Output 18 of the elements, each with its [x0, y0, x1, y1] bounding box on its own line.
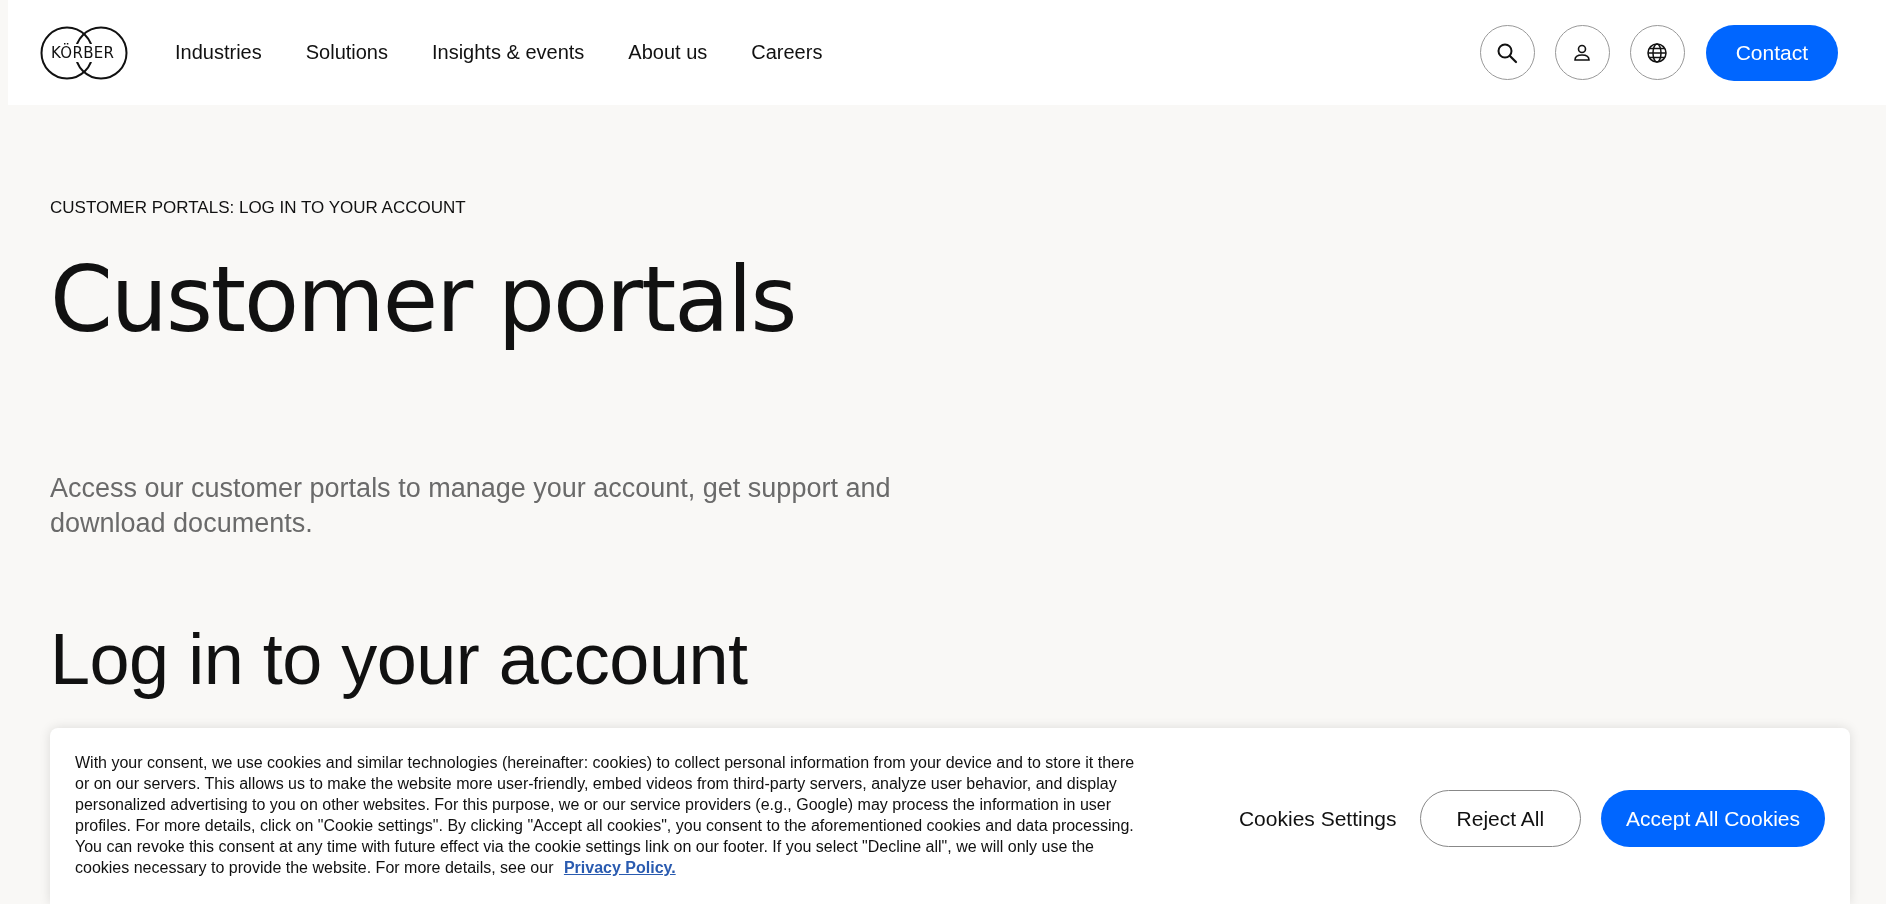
privacy-policy-link[interactable]: Privacy Policy. [563, 859, 676, 876]
cookie-notice-text: With your consent, we use cookies and similar technologies (hereinafter: cookies) to collect personal information from your device and to store it there or on our servers. This allows us to make the website more user-friendly, embed videos from third-party servers, analyze user behavior, and display personalized advertising to you on other websites. For this purpose, we or our service providers (e.g., Google) may process the information in user profiles. For more details, click on "Cookie settings". By clicking "Accept all cookies", you consent to the aforementioned cookies and data processing. You can revoke this consent at any time with future effect via the cookie settings link on our footer. If you select "Decline all", we will only use the cookies necessary to provide the website. For more details, see our Privacy Policy. [75, 753, 1135, 878]
intro-text: Access our customer portals to manage your account, get support and download documents. [50, 472, 892, 540]
contact-button[interactable]: Contact [1705, 24, 1838, 81]
reject-button[interactable]: Reject All [1419, 790, 1582, 847]
nav-link[interactable]: About us [628, 41, 708, 64]
accept-button[interactable]: Accept All Cookies [1601, 790, 1825, 847]
nav-link[interactable]: Insights & events [432, 41, 585, 64]
nav-link[interactable]: Solutions [305, 41, 388, 64]
section-heading: Log in to your account [50, 619, 749, 699]
cookie-settings-button[interactable]: Cookies Settings [1236, 790, 1399, 847]
logo-wordmark[interactable]: KÖRBER [50, 43, 116, 62]
logo-rings-icon [40, 25, 128, 80]
nav-link[interactable]: Industries [175, 41, 262, 64]
breadcrumb: CUSTOMER PORTALS: LOG IN TO YOUR ACCOUNT [50, 197, 467, 219]
globe-icon [1645, 40, 1670, 65]
page-title: Customer portals [50, 246, 797, 354]
nav-link[interactable]: Careers [751, 41, 823, 64]
